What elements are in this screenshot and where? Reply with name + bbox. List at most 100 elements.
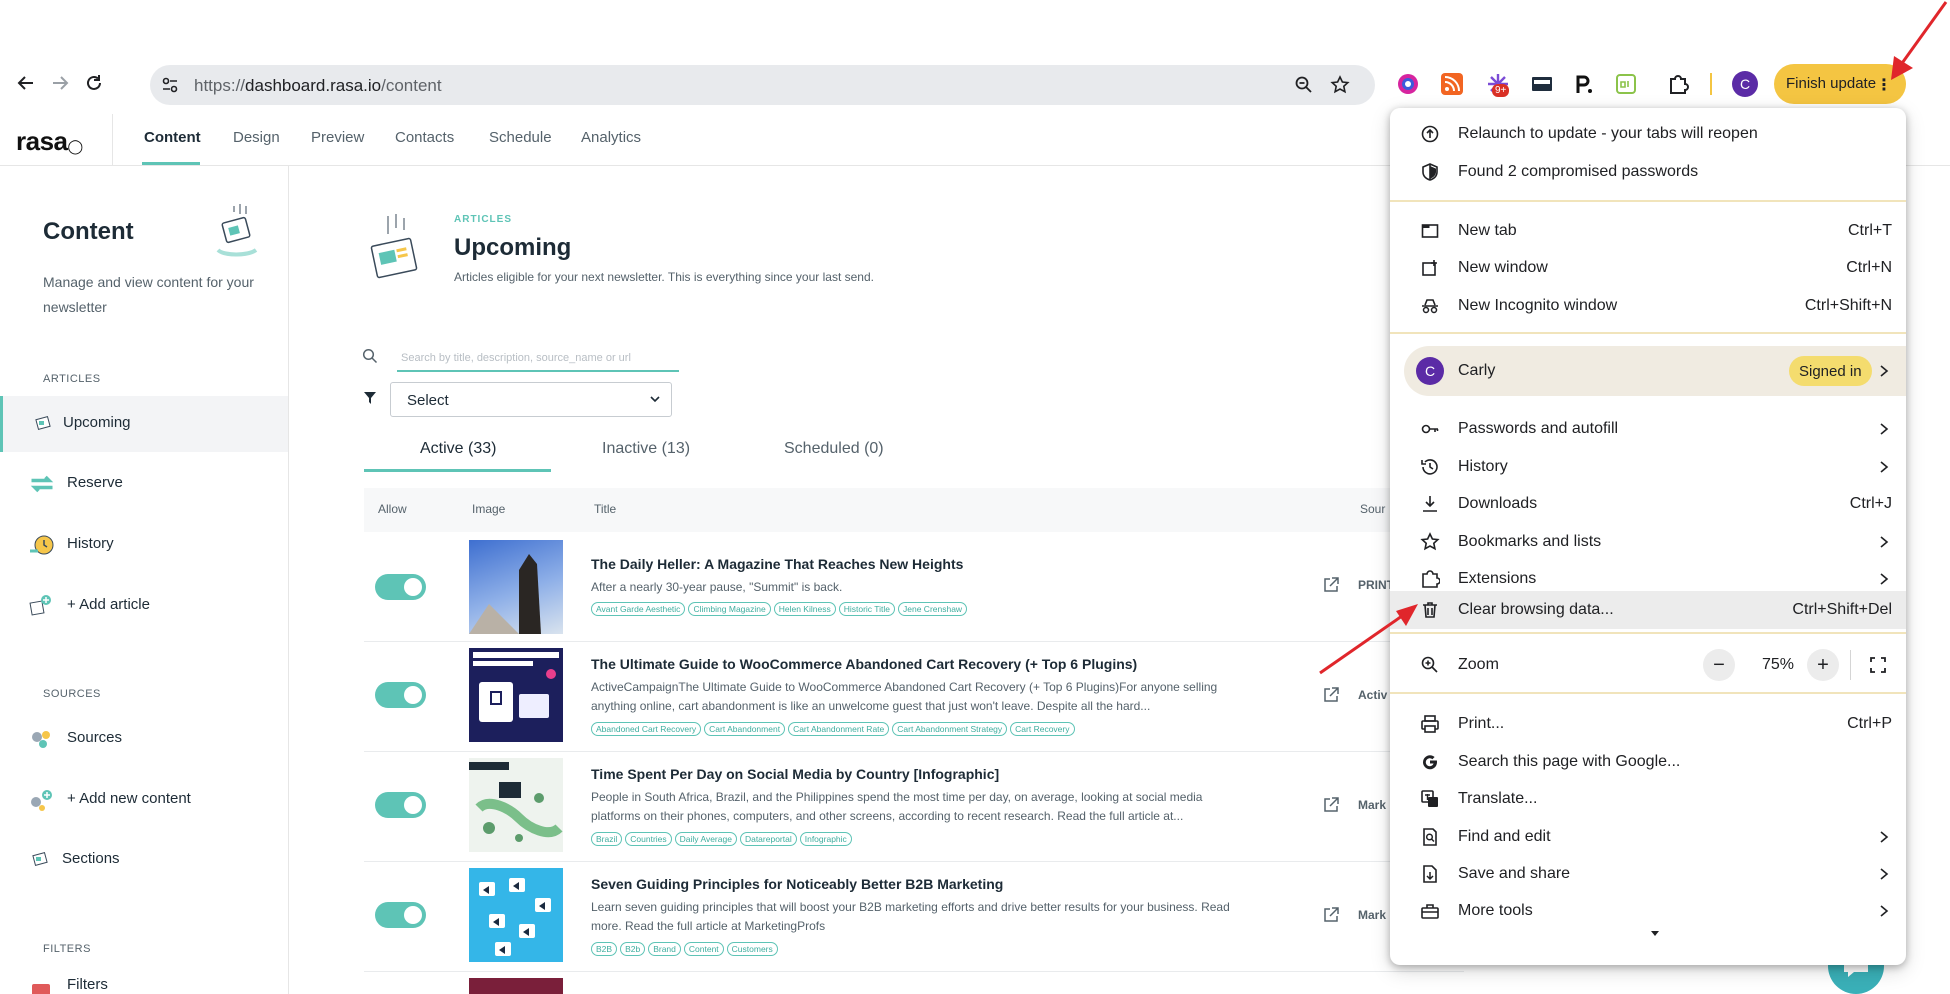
menu-item-save-share[interactable]: Save and share — [1390, 855, 1906, 893]
zoom-in-button[interactable]: + — [1807, 649, 1839, 681]
tag[interactable]: Datareportal — [739, 832, 797, 846]
rss-extension-icon[interactable] — [1440, 72, 1464, 96]
zoom-out-button[interactable]: − — [1703, 649, 1735, 681]
tag[interactable]: Helen Kilness — [773, 602, 836, 616]
allow-toggle[interactable] — [375, 792, 426, 818]
tag[interactable]: Cart Abandonment Strategy — [892, 722, 1008, 736]
sidebar-item-add-new-content[interactable]: + Add new content — [0, 772, 288, 828]
tag[interactable]: Brand — [648, 942, 681, 956]
sidebar-item-upcoming[interactable]: Upcoming — [0, 396, 288, 452]
menu-item-new-incognito-window[interactable]: New Incognito window Ctrl+Shift+N — [1390, 287, 1906, 325]
tab-preview[interactable]: Preview — [311, 129, 364, 146]
tag[interactable]: Avant Garde Aesthetic — [591, 602, 686, 616]
external-link-icon[interactable] — [1322, 576, 1340, 594]
allow-toggle[interactable] — [375, 902, 426, 928]
article-title[interactable]: The Daily Heller: A Magazine That Reache… — [591, 556, 963, 572]
profile-avatar[interactable]: C — [1732, 71, 1758, 97]
tag[interactable]: Climbing Magazine — [688, 602, 771, 616]
menu-item-compromised-passwords[interactable]: Found 2 compromised passwords — [1390, 153, 1906, 191]
sidebar-item-reserve[interactable]: Reserve — [0, 456, 288, 512]
menu-item-new-tab[interactable]: New tab Ctrl+T — [1390, 212, 1906, 250]
tag[interactable]: B2B — [591, 942, 618, 956]
menu-item-history[interactable]: History — [1390, 448, 1906, 486]
menu-item-clear-browsing-data[interactable]: Clear browsing data... Ctrl+Shift+Del — [1390, 591, 1906, 629]
sidebar-item-history[interactable]: History — [0, 517, 288, 573]
sidebar-item-sections[interactable]: Sections — [0, 832, 288, 888]
sidebar-item-sources[interactable]: Sources — [0, 711, 288, 767]
article-description: After a nearly 30-year pause, "Summit" i… — [591, 580, 843, 594]
sidebar-item-label: Sources — [67, 729, 123, 746]
bookmark-star-icon[interactable] — [1330, 75, 1350, 95]
zoom-icon — [1421, 656, 1438, 673]
external-link-icon[interactable] — [1322, 906, 1340, 924]
external-link-icon[interactable] — [1322, 796, 1340, 814]
article-title[interactable]: Time Spent Per Day on Social Media by Co… — [591, 766, 999, 782]
allow-toggle[interactable] — [375, 682, 426, 708]
tag[interactable]: Jene Crenshaw — [898, 602, 968, 616]
tab-inactive[interactable]: Inactive (13) — [602, 440, 690, 458]
tab-design[interactable]: Design — [233, 129, 280, 146]
google-icon — [1423, 755, 1438, 770]
fullscreen-icon[interactable] — [1868, 655, 1888, 675]
rasa-logo[interactable]: rasa◯ — [16, 126, 83, 157]
tab-analytics[interactable]: Analytics — [581, 129, 641, 146]
reload-button[interactable] — [82, 71, 106, 95]
tag[interactable]: B2b — [620, 942, 646, 956]
menu-item-shortcut: Ctrl+T — [1848, 222, 1892, 239]
allow-toggle[interactable] — [375, 574, 426, 600]
menu-item-profile[interactable]: C Carly Signed in — [1404, 346, 1906, 396]
r-extension-icon[interactable] — [1572, 72, 1596, 96]
tab-scheduled[interactable]: Scheduled (0) — [784, 440, 884, 458]
tag[interactable]: Content — [683, 942, 724, 956]
extension-color-icon[interactable] — [1396, 72, 1420, 96]
tag[interactable]: Abandoned Cart Recovery — [591, 722, 702, 736]
tab-active[interactable]: Active (33) — [420, 440, 496, 458]
extensions-puzzle-icon[interactable] — [1666, 72, 1690, 96]
menu-item-translate[interactable]: Translate... — [1390, 780, 1906, 818]
menu-item-search-page-google[interactable]: Search this page with Google... — [1390, 743, 1906, 781]
news-extension-icon[interactable] — [1530, 72, 1554, 96]
finish-update-button[interactable]: Finish update ⋮ — [1774, 64, 1906, 104]
back-button[interactable] — [14, 71, 38, 95]
article-thumbnail — [469, 648, 563, 742]
menu-item-relaunch[interactable]: Relaunch to update - your tabs will reop… — [1390, 115, 1906, 153]
reserve-icon — [30, 475, 54, 493]
tag[interactable]: Daily Average — [674, 832, 737, 846]
article-title[interactable]: Seven Guiding Principles for Noticeably … — [591, 876, 1003, 892]
menu-item-bookmarks-lists[interactable]: Bookmarks and lists — [1390, 523, 1906, 561]
tab-content[interactable]: Content — [144, 129, 201, 146]
article-title[interactable]: The Ultimate Guide to WooCommerce Abando… — [591, 656, 1137, 672]
sidebar-item-filters[interactable]: Filters — [0, 966, 288, 994]
menu-item-find-edit[interactable]: Find and edit — [1390, 818, 1906, 856]
tab-contacts[interactable]: Contacts — [395, 129, 454, 146]
chevron-right-icon — [1880, 365, 1889, 377]
zoom-magnifier-icon[interactable] — [1294, 75, 1314, 95]
sidebar-item-add-article[interactable]: + Add article — [0, 578, 288, 634]
gif-extension-icon[interactable] — [1614, 72, 1638, 96]
external-link-icon[interactable] — [1322, 686, 1340, 704]
forward-button[interactable] — [48, 71, 72, 95]
filter-select[interactable]: Select — [390, 382, 672, 417]
tag[interactable]: Cart Abandonment Rate — [788, 722, 890, 736]
tag[interactable]: Brazil — [591, 832, 623, 846]
tag[interactable]: Cart Recovery — [1010, 722, 1075, 736]
scroll-down-chevron-icon[interactable] — [1650, 930, 1660, 938]
tag[interactable]: Countries — [625, 832, 672, 846]
search-input[interactable] — [397, 345, 679, 372]
menu-dots-icon[interactable]: ⋮ — [1876, 75, 1892, 95]
menu-item-new-window[interactable]: New window Ctrl+N — [1390, 249, 1906, 287]
address-bar[interactable]: https://dashboard.rasa.io/content — [150, 65, 1375, 105]
sources-icon — [32, 731, 50, 748]
tag[interactable]: Historic Title — [838, 602, 896, 616]
tab-schedule[interactable]: Schedule — [489, 129, 552, 146]
site-settings-icon[interactable] — [160, 75, 180, 95]
tag[interactable]: Cart Abandonment — [704, 722, 786, 736]
tag[interactable]: Infographic — [799, 832, 852, 846]
menu-item-more-tools[interactable]: More tools — [1390, 892, 1906, 930]
tag[interactable]: Customers — [726, 942, 778, 956]
menu-item-print[interactable]: Print... Ctrl+P — [1390, 705, 1906, 743]
menu-item-downloads[interactable]: Downloads Ctrl+J — [1390, 485, 1906, 523]
star-icon — [1420, 532, 1440, 551]
article-thumbnail — [469, 540, 563, 634]
menu-item-passwords-autofill[interactable]: Passwords and autofill — [1390, 410, 1906, 448]
